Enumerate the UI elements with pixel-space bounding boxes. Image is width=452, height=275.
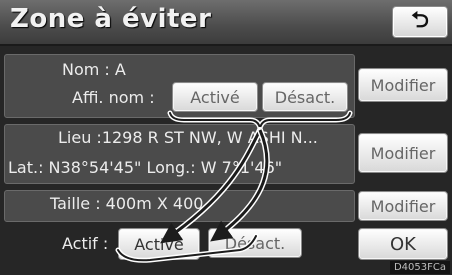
active-on-button[interactable]: Activé (118, 228, 200, 260)
modify-size-button[interactable]: Modifier (358, 191, 448, 221)
modify-name-button[interactable]: Modifier (358, 68, 448, 102)
size-text: Taille : 400m X 400 (50, 194, 204, 213)
modify-location-button[interactable]: Modifier (358, 133, 448, 173)
display-name-off-button[interactable]: Désact. (262, 82, 348, 112)
back-button[interactable]: ⮌ (392, 6, 448, 38)
coordinates-text: Lat.: N38°54'45" Long.: W 7°1'46" (8, 158, 283, 177)
address-text: Lieu :1298 R ST NW, W ASHI N... (58, 128, 318, 147)
name-text: Nom : A (62, 60, 126, 79)
active-off-button[interactable]: Désact. (208, 228, 302, 258)
return-arrow-icon: ⮌ (411, 8, 429, 33)
navigation-screen: Zone à éviter ⮌ Nom : A Affi. nom : Acti… (0, 0, 452, 275)
active-label: Actif : (62, 234, 109, 253)
title-bar: Zone à éviter ⮌ (0, 0, 452, 46)
display-name-label: Affi. nom : (72, 88, 155, 107)
page-title: Zone à éviter (10, 4, 212, 34)
display-name-on-button[interactable]: Activé (172, 82, 258, 112)
ok-button[interactable]: OK (358, 228, 448, 260)
figure-code: D4053FCa (389, 261, 450, 274)
